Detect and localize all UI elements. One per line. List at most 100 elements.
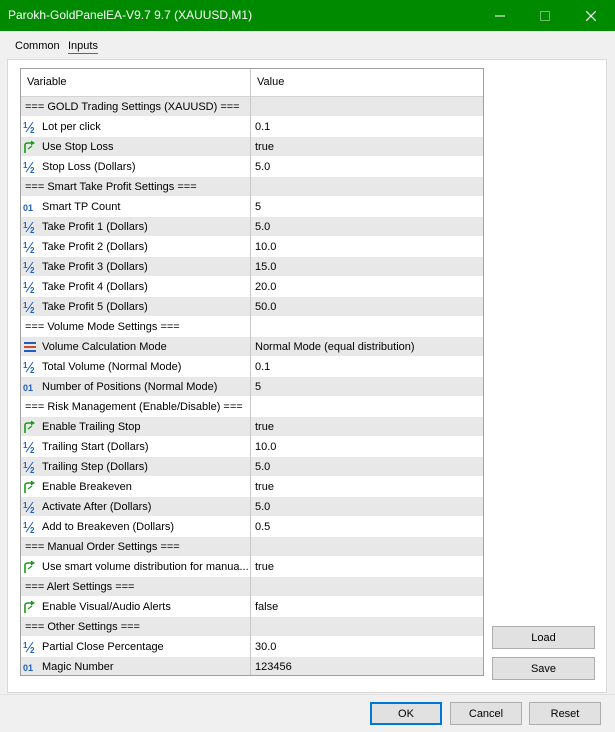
- param-row[interactable]: 1 2 Take Profit 3 (Dollars) 15.0: [21, 257, 483, 277]
- close-button[interactable]: [568, 0, 614, 31]
- variable-cell: 1 2 Take Profit 4 (Dollars): [23, 277, 249, 297]
- param-row[interactable]: Use Stop Loss true: [21, 137, 483, 157]
- svg-text:1: 1: [23, 121, 28, 130]
- value-cell[interactable]: 0.1: [255, 117, 270, 137]
- param-row[interactable]: 1 2 Trailing Step (Dollars) 5.0: [21, 457, 483, 477]
- param-row[interactable]: Volume Calculation Mode Normal Mode (equa…: [21, 337, 483, 357]
- value-cell[interactable]: 10.0: [255, 237, 276, 257]
- minimize-button[interactable]: [477, 0, 523, 31]
- value-cell[interactable]: 0.1: [255, 357, 270, 377]
- value-cell[interactable]: 0.5: [255, 517, 270, 537]
- section-row[interactable]: === GOLD Trading Settings (XAUUSD) ===: [21, 97, 483, 117]
- close-icon: [586, 10, 596, 21]
- param-row[interactable]: Enable Trailing Stop true: [21, 417, 483, 437]
- cancel-button[interactable]: Cancel: [450, 702, 522, 725]
- value-cell[interactable]: 20.0: [255, 277, 276, 297]
- svg-text:2: 2: [30, 126, 35, 134]
- value-cell[interactable]: true: [255, 477, 274, 497]
- variable-name: Trailing Step (Dollars): [42, 461, 148, 473]
- tab-inputs[interactable]: Inputs: [68, 40, 98, 54]
- maximize-button[interactable]: [522, 0, 568, 31]
- param-row[interactable]: 1 2 Take Profit 2 (Dollars) 10.0: [21, 237, 483, 257]
- variable-name: Take Profit 1 (Dollars): [42, 221, 148, 233]
- bool-icon: [23, 140, 37, 154]
- variable-cell: === GOLD Trading Settings (XAUUSD) ===: [23, 97, 251, 117]
- bool-icon: [23, 560, 37, 574]
- value-cell[interactable]: 50.0: [255, 297, 276, 317]
- variable-cell: 1 2 Lot per click: [23, 117, 249, 137]
- param-row[interactable]: Enable Breakeven true: [21, 477, 483, 497]
- svg-text:1: 1: [23, 521, 28, 530]
- svg-text:2: 2: [30, 246, 35, 254]
- tab-common[interactable]: Common: [15, 40, 60, 52]
- param-row[interactable]: 1 2 Trailing Start (Dollars) 10.0: [21, 437, 483, 457]
- variable-cell: 1 2 Total Volume (Normal Mode): [23, 357, 249, 377]
- variable-name: Take Profit 3 (Dollars): [42, 261, 148, 273]
- variable-name: === Risk Management (Enable/Disable) ===: [25, 401, 243, 413]
- value-cell[interactable]: 5: [255, 377, 261, 397]
- column-header-value[interactable]: Value: [257, 76, 284, 88]
- variable-cell: Use Stop Loss: [23, 137, 249, 157]
- value-cell[interactable]: true: [255, 137, 274, 157]
- value-cell[interactable]: 30.0: [255, 637, 276, 657]
- svg-text:1: 1: [23, 261, 28, 270]
- bool-icon: [23, 600, 37, 614]
- section-row[interactable]: === Manual Order Settings ===: [21, 537, 483, 557]
- save-button[interactable]: Save: [492, 657, 595, 680]
- param-row[interactable]: 1 2 Stop Loss (Dollars) 5.0: [21, 157, 483, 177]
- variable-name: === GOLD Trading Settings (XAUUSD) ===: [25, 101, 240, 113]
- variable-cell: 1 2 Trailing Start (Dollars): [23, 437, 249, 457]
- value-cell[interactable]: 5.0: [255, 457, 270, 477]
- section-row[interactable]: === Risk Management (Enable/Disable) ===: [21, 397, 483, 417]
- param-row[interactable]: Use smart volume distribution for manua.…: [21, 557, 483, 577]
- value-cell[interactable]: 15.0: [255, 257, 276, 277]
- value-cell[interactable]: 5.0: [255, 217, 270, 237]
- section-row[interactable]: === Other Settings ===: [21, 617, 483, 637]
- reset-button[interactable]: Reset: [529, 702, 601, 725]
- value-cell[interactable]: 5.0: [255, 157, 270, 177]
- column-header-variable[interactable]: Variable: [27, 76, 67, 88]
- value-cell[interactable]: 5: [255, 197, 261, 217]
- variable-name: === Volume Mode Settings ===: [25, 321, 180, 333]
- minimize-icon: [495, 15, 505, 16]
- value-cell[interactable]: 5.0: [255, 497, 270, 517]
- variable-name: Magic Number: [42, 661, 114, 673]
- param-row[interactable]: Enable Visual/Audio Alerts false: [21, 597, 483, 617]
- section-row[interactable]: === Smart Take Profit Settings ===: [21, 177, 483, 197]
- variable-name: Take Profit 4 (Dollars): [42, 281, 148, 293]
- param-row[interactable]: 1 2 Activate After (Dollars) 5.0: [21, 497, 483, 517]
- param-row[interactable]: 1 2 Take Profit 5 (Dollars) 50.0: [21, 297, 483, 317]
- param-row[interactable]: 1 2 Lot per click 0.1: [21, 117, 483, 137]
- value-cell[interactable]: 10.0: [255, 437, 276, 457]
- param-row[interactable]: 1 2 Partial Close Percentage 30.0: [21, 637, 483, 657]
- variable-name: Smart TP Count: [42, 201, 121, 213]
- variable-name: Enable Visual/Audio Alerts: [42, 601, 171, 613]
- param-row[interactable]: 01 Magic Number 123456: [21, 657, 483, 675]
- variable-cell: Enable Trailing Stop: [23, 417, 249, 437]
- value-cell[interactable]: 123456: [255, 657, 292, 675]
- value-cell[interactable]: Normal Mode (equal distribution): [255, 337, 415, 357]
- enum-icon: [23, 340, 37, 354]
- param-row[interactable]: 1 2 Total Volume (Normal Mode) 0.1: [21, 357, 483, 377]
- double-icon: 12: [23, 520, 37, 535]
- section-row[interactable]: === Alert Settings ===: [21, 577, 483, 597]
- variable-name: Activate After (Dollars): [42, 501, 152, 513]
- load-button[interactable]: Load: [492, 626, 595, 649]
- variable-cell: Enable Visual/Audio Alerts: [23, 597, 249, 617]
- section-row[interactable]: === Volume Mode Settings ===: [21, 317, 483, 337]
- param-row[interactable]: 01 Number of Positions (Normal Mode) 5: [21, 377, 483, 397]
- value-cell[interactable]: true: [255, 417, 274, 437]
- variable-name: Add to Breakeven (Dollars): [42, 521, 175, 533]
- param-row[interactable]: 1 2 Add to Breakeven (Dollars) 0.5: [21, 517, 483, 537]
- variable-cell: Use smart volume distribution for manua.…: [23, 557, 249, 577]
- value-cell[interactable]: false: [255, 597, 278, 617]
- svg-text:2: 2: [30, 526, 35, 534]
- value-cell[interactable]: true: [255, 557, 274, 577]
- param-row[interactable]: 1 2 Take Profit 1 (Dollars) 5.0: [21, 217, 483, 237]
- bool-icon: [23, 420, 37, 434]
- param-row[interactable]: 1 2 Take Profit 4 (Dollars) 20.0: [21, 277, 483, 297]
- double-icon: 12: [23, 460, 37, 475]
- variable-name: === Alert Settings ===: [25, 581, 135, 593]
- param-row[interactable]: 01 Smart TP Count 5: [21, 197, 483, 217]
- ok-button[interactable]: OK: [370, 702, 442, 725]
